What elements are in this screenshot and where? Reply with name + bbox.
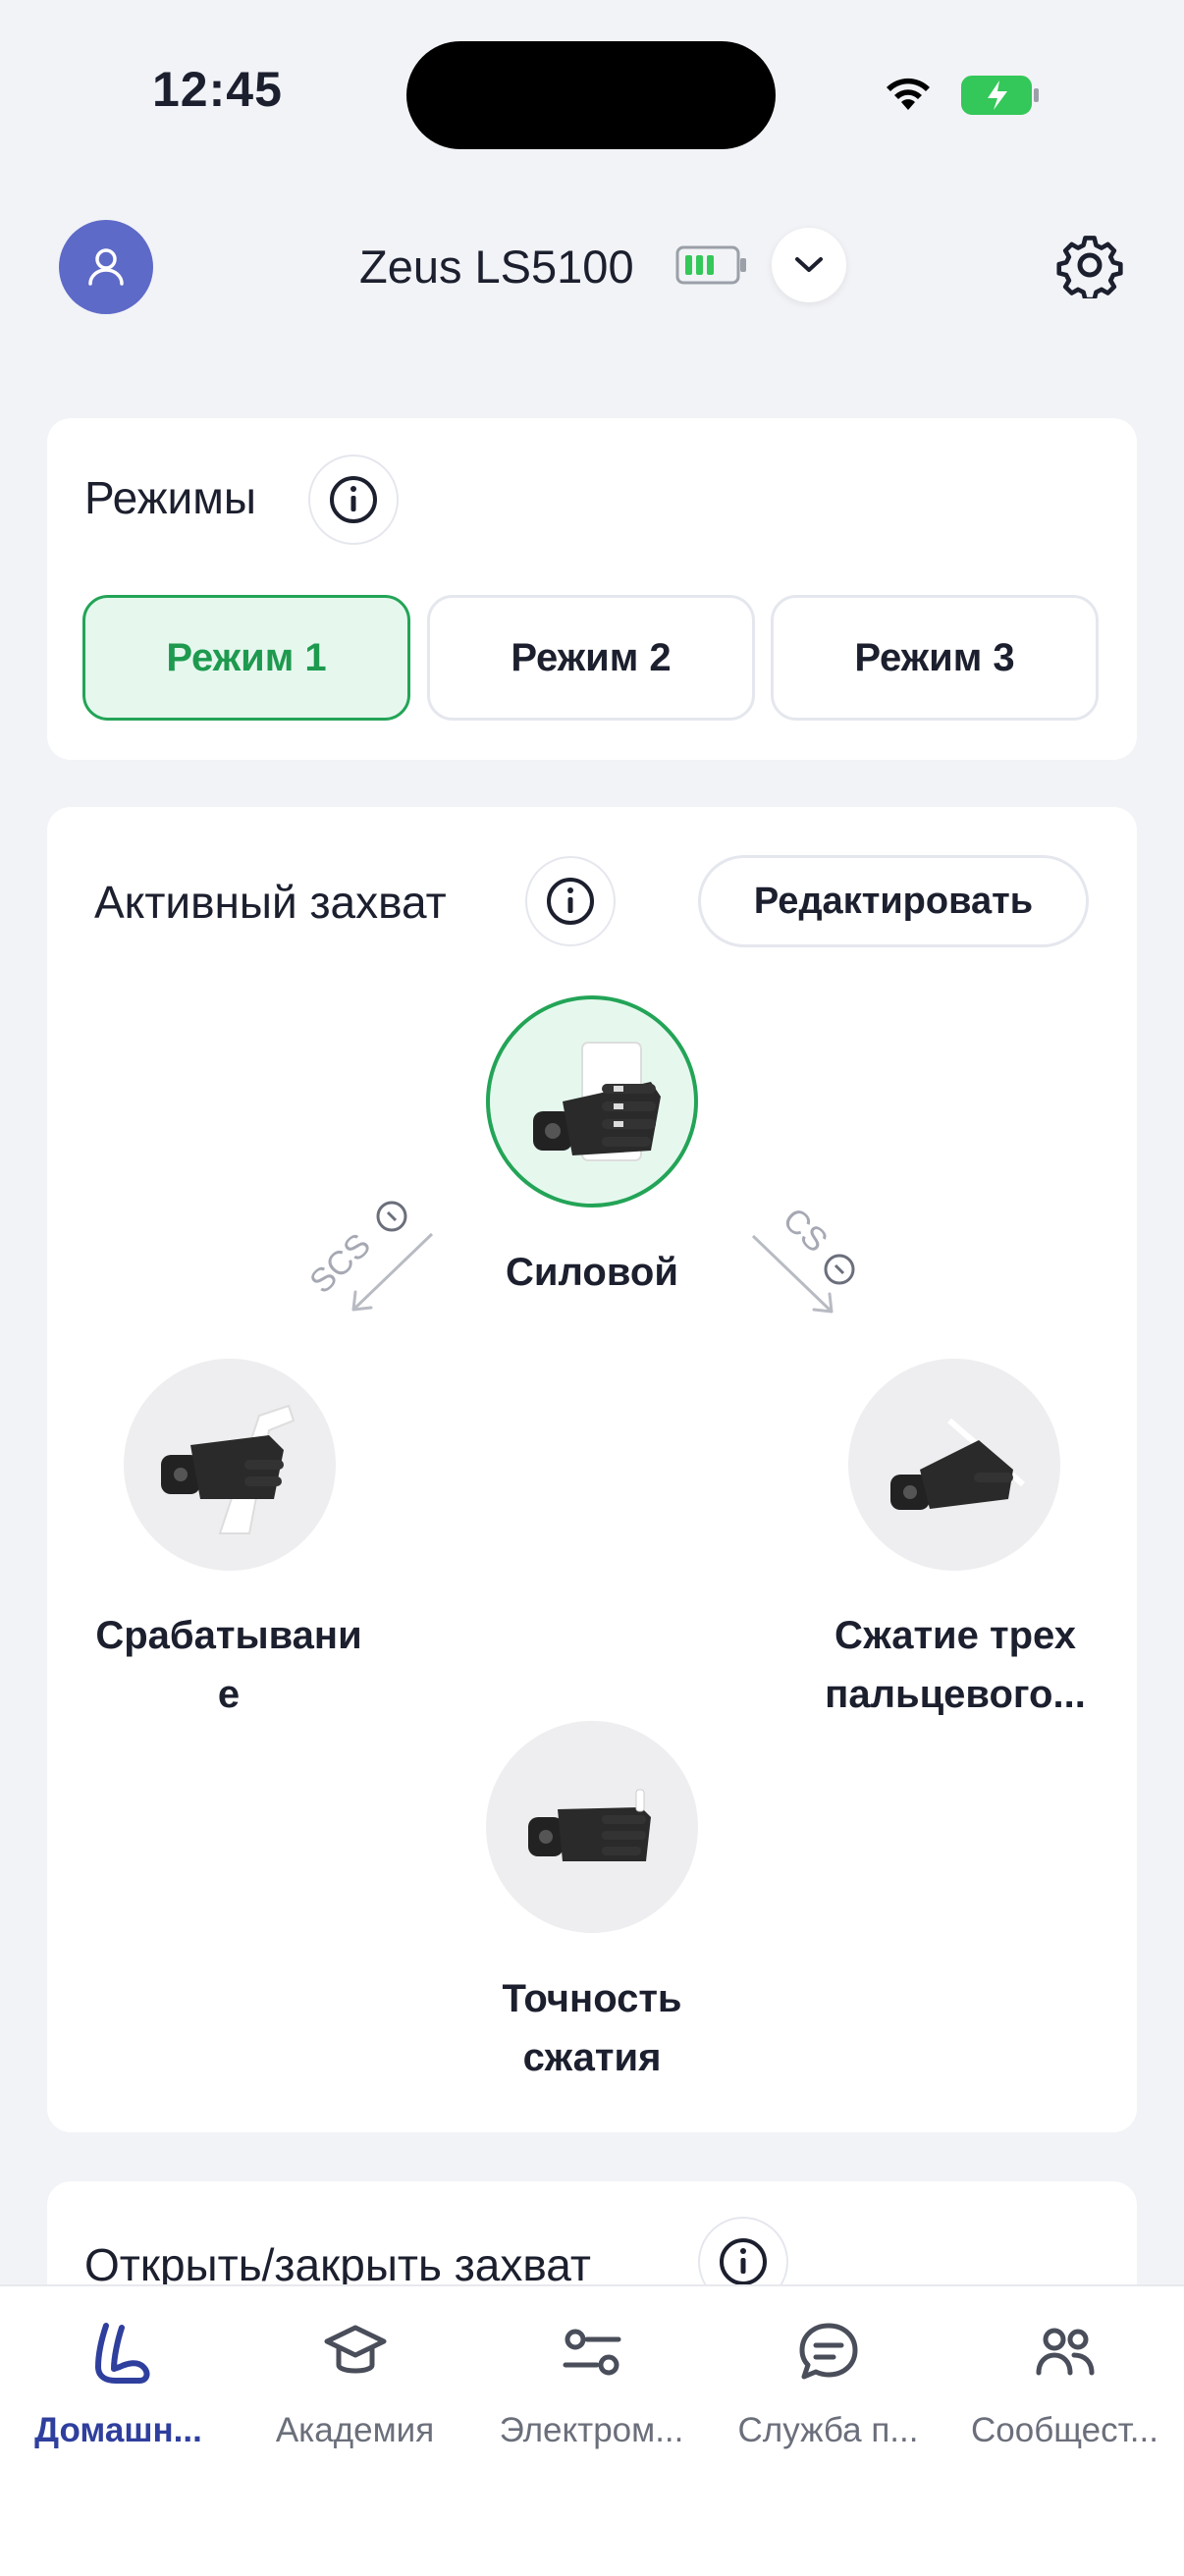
nav-home[interactable]: Домашн... — [0, 2307, 237, 2454]
sliders-icon — [558, 2313, 626, 2391]
nav-support[interactable]: Служба п... — [710, 2307, 946, 2454]
mode-1-button[interactable]: Режим 1 — [82, 595, 410, 721]
trigger-grip-hand-icon — [161, 1404, 296, 1534]
grip-trigger-label-line2: е — [217, 1673, 241, 1716]
nav-support-label: Служба п... — [737, 2411, 919, 2449]
info-icon — [547, 878, 594, 925]
grip-tripod-label: Сжатие трех пальцевого... — [785, 1606, 1125, 1724]
grip-precision-label-line2: сжатия — [522, 2036, 662, 2079]
dynamic-island — [406, 41, 776, 149]
battery-charging-icon — [960, 75, 1041, 121]
grip-power-label: Силовой — [506, 1251, 678, 1294]
profile-avatar[interactable] — [59, 220, 153, 314]
info-icon — [330, 476, 377, 523]
modes-info-button[interactable] — [308, 455, 399, 545]
nav-academy[interactable]: Академия — [237, 2307, 473, 2454]
grip-trigger-label-line1: Срабатывани — [95, 1614, 362, 1657]
grip-tripod-label-line2: пальцевого... — [825, 1673, 1086, 1716]
device-battery-icon — [675, 245, 748, 290]
power-grip-hand-icon — [533, 1042, 661, 1161]
nav-academy-label: Академия — [275, 2411, 435, 2449]
active-grip-title: Активный захват — [94, 877, 447, 928]
grip-precision-button[interactable] — [486, 1721, 698, 1933]
status-time: 12:45 — [152, 62, 283, 117]
user-icon — [88, 248, 124, 286]
nav-home-label: Домашн... — [34, 2411, 202, 2449]
info-icon — [720, 2238, 767, 2285]
nav-electrodes-label: Электром... — [499, 2411, 684, 2449]
grip-trigger-label: Срабатывани е — [59, 1606, 399, 1724]
nav-community[interactable]: Сообщест... — [946, 2307, 1183, 2454]
chat-bubble-icon — [794, 2313, 863, 2391]
mode-3-button[interactable]: Режим 3 — [771, 595, 1099, 721]
grip-power-button[interactable] — [486, 995, 698, 1208]
wifi-icon — [881, 71, 936, 119]
grip-trigger-button[interactable] — [124, 1359, 336, 1571]
arrow-scs-info-icon[interactable] — [375, 1200, 408, 1238]
chevron-down-icon — [795, 257, 823, 272]
mode-2-button[interactable]: Режим 2 — [427, 595, 755, 721]
modes-title: Режимы — [84, 472, 256, 523]
nav-community-label: Сообщест... — [971, 2411, 1158, 2449]
precision-grip-hand-icon — [528, 1789, 651, 1861]
graduation-cap-icon — [321, 2313, 390, 2391]
grip-tripod-label-line1: Сжатие трех — [834, 1614, 1076, 1657]
community-icon — [1031, 2313, 1100, 2391]
edit-button[interactable]: Редактировать — [698, 855, 1089, 947]
active-grip-info-button[interactable] — [525, 856, 616, 946]
arrow-cs-info-icon[interactable] — [823, 1253, 856, 1291]
arm-icon — [84, 2313, 153, 2391]
device-dropdown-button[interactable] — [772, 228, 846, 302]
settings-gear-icon[interactable] — [1056, 232, 1123, 303]
grip-precision-label-line1: Точность — [502, 1977, 682, 2020]
nav-electrodes[interactable]: Электром... — [473, 2307, 710, 2454]
grip-tripod-button[interactable] — [848, 1359, 1060, 1571]
tripod-grip-hand-icon — [890, 1418, 1025, 1510]
device-name[interactable]: Zeus LS5100 — [359, 240, 634, 294]
grip-precision-label: Точность сжатия — [422, 1969, 762, 2087]
open-close-grip-title: Открыть/закрыть захват — [84, 2239, 591, 2290]
